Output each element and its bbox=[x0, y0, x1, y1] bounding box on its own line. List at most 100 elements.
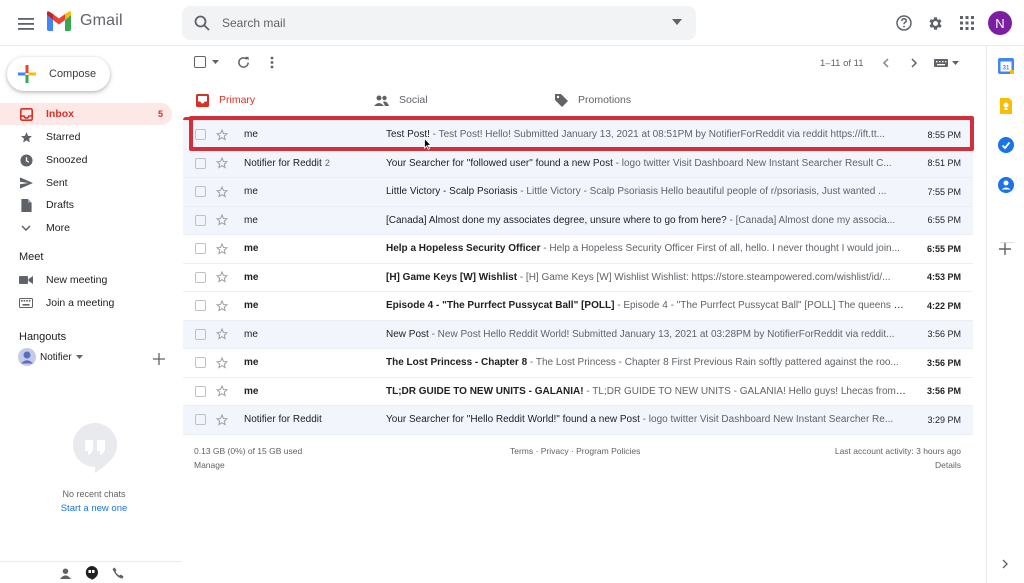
row-checkbox[interactable] bbox=[195, 385, 206, 397]
calendar-icon[interactable]: 31 bbox=[998, 58, 1014, 74]
email-subject: [H] Game Keys [W] Wishlist bbox=[386, 271, 518, 283]
row-checkbox[interactable] bbox=[195, 300, 206, 312]
sidebar-item-more[interactable]: More bbox=[0, 217, 172, 239]
start-chat-link[interactable]: Start a new one bbox=[0, 503, 188, 514]
email-time: 8:55 PM bbox=[927, 129, 961, 140]
star-toggle-icon[interactable] bbox=[216, 299, 228, 312]
email-subject: The Lost Princess - Chapter 8 bbox=[386, 357, 528, 369]
email-row[interactable]: me Little Victory - Scalp Psoriasis - Li… bbox=[183, 178, 973, 207]
compose-button[interactable]: Compose bbox=[7, 57, 110, 91]
email-row[interactable]: Notifier for Reddit 2 Your Searcher for "… bbox=[183, 149, 973, 178]
sidebar-item-drafts[interactable]: Drafts bbox=[0, 194, 172, 216]
row-checkbox[interactable] bbox=[195, 243, 206, 255]
star-toggle-icon[interactable] bbox=[216, 356, 228, 369]
search-input[interactable] bbox=[222, 6, 642, 40]
chevron-left-icon[interactable] bbox=[882, 58, 889, 68]
people-icon bbox=[374, 95, 389, 106]
account-avatar[interactable]: N bbox=[988, 11, 1012, 35]
sidebar-item-starred[interactable]: Starred bbox=[0, 126, 172, 148]
email-row[interactable]: me TL;DR GUIDE TO NEW UNITS - GALANIA! -… bbox=[183, 377, 973, 406]
refresh-icon[interactable] bbox=[237, 56, 250, 69]
activity-details-link[interactable]: Details bbox=[935, 460, 961, 470]
apps-icon[interactable] bbox=[955, 11, 979, 35]
email-snippet: - logo twitter Visit Dashboard New Insta… bbox=[639, 414, 894, 426]
inbox-icon bbox=[19, 107, 33, 121]
email-row[interactable]: me Episode 4 - "The Purrfect Pussycat Ba… bbox=[183, 292, 973, 321]
select-dropdown-icon[interactable] bbox=[212, 60, 219, 64]
search-icon[interactable] bbox=[194, 15, 210, 31]
privacy-link[interactable]: Privacy bbox=[541, 446, 569, 456]
email-row[interactable]: me [H] Game Keys [W] Wishlist - [H] Game… bbox=[183, 263, 973, 292]
tab-social[interactable]: Social bbox=[374, 80, 428, 120]
email-row[interactable]: me Help a Hopeless Security Officer - He… bbox=[183, 235, 973, 264]
keep-icon[interactable] bbox=[998, 98, 1014, 114]
sidebar-item-inbox[interactable]: Inbox 5 bbox=[0, 103, 172, 125]
settings-icon[interactable] bbox=[923, 11, 947, 35]
email-preview: [H] Game Keys [W] Wishlist - [H] Game Ke… bbox=[386, 272, 906, 283]
contacts-icon[interactable] bbox=[60, 568, 71, 579]
menu-icon[interactable] bbox=[14, 12, 38, 36]
row-checkbox[interactable] bbox=[195, 214, 206, 226]
tab-primary[interactable]: Primary bbox=[196, 80, 255, 120]
thread-count: 2 bbox=[324, 157, 330, 168]
tasks-icon[interactable] bbox=[998, 137, 1014, 153]
tab-label: Promotions bbox=[578, 94, 632, 106]
contacts-icon[interactable] bbox=[998, 177, 1014, 193]
phone-icon[interactable] bbox=[112, 567, 124, 579]
terms-link[interactable]: Terms bbox=[510, 446, 533, 456]
add-addon-icon[interactable] bbox=[998, 242, 1014, 258]
email-time: 6:55 PM bbox=[927, 215, 961, 226]
select-all-checkbox[interactable] bbox=[194, 56, 219, 68]
program-policies-link[interactable]: Program Policies bbox=[576, 446, 640, 456]
tab-label: Social bbox=[399, 94, 428, 106]
user-avatar-icon bbox=[18, 348, 36, 366]
search-options-icon[interactable] bbox=[672, 19, 682, 25]
separator: · bbox=[533, 446, 541, 456]
email-row[interactable]: Notifier for Reddit Your Searcher for "H… bbox=[183, 406, 973, 435]
star-toggle-icon[interactable] bbox=[216, 328, 228, 340]
row-checkbox[interactable] bbox=[195, 414, 206, 426]
star-toggle-icon[interactable] bbox=[216, 271, 228, 283]
email-sender: me bbox=[244, 300, 386, 311]
input-tools-button[interactable] bbox=[934, 59, 959, 67]
star-toggle-icon[interactable] bbox=[216, 242, 228, 255]
email-row[interactable]: me Test Post! - Test Post! Hello! Submit… bbox=[183, 121, 973, 150]
star-toggle-icon[interactable] bbox=[216, 214, 228, 226]
row-checkbox[interactable] bbox=[195, 157, 206, 169]
email-row[interactable]: me The Lost Princess - Chapter 8 - The L… bbox=[183, 349, 973, 378]
chevron-right-icon[interactable] bbox=[911, 58, 918, 68]
email-row[interactable]: me [Canada] Almost done my associates de… bbox=[183, 206, 973, 235]
gmail-logo[interactable]: Gmail bbox=[46, 11, 123, 31]
row-checkbox[interactable] bbox=[195, 328, 206, 340]
row-checkbox[interactable] bbox=[195, 129, 206, 141]
sidebar-item-label: Snoozed bbox=[46, 154, 88, 166]
show-side-panel-icon[interactable] bbox=[1002, 559, 1008, 569]
star-toggle-icon[interactable] bbox=[216, 128, 228, 141]
tab-promotions[interactable]: Promotions bbox=[555, 80, 631, 120]
email-row[interactable]: me New Post - New Post Hello Reddit Worl… bbox=[183, 320, 973, 349]
more-icon[interactable] bbox=[270, 56, 274, 69]
email-subject: Little Victory - Scalp Psoriasis bbox=[386, 186, 518, 198]
search-bar[interactable] bbox=[182, 6, 696, 40]
star-toggle-icon[interactable] bbox=[216, 413, 228, 426]
hangouts-chat-icon[interactable] bbox=[85, 566, 98, 580]
email-time: 3:56 PM bbox=[927, 329, 961, 340]
sender-name: me bbox=[244, 129, 258, 141]
sidebar-item-snoozed[interactable]: Snoozed bbox=[0, 149, 172, 171]
pagination-text: 1–11 of 11 bbox=[820, 58, 864, 69]
help-icon[interactable] bbox=[892, 11, 916, 35]
row-checkbox[interactable] bbox=[195, 357, 206, 369]
status-dropdown-icon[interactable] bbox=[75, 355, 83, 359]
star-toggle-icon[interactable] bbox=[216, 385, 228, 397]
manage-storage-link[interactable]: Manage bbox=[194, 460, 225, 470]
sidebar-item-sent[interactable]: Sent bbox=[0, 172, 172, 194]
email-preview: Episode 4 - "The Purrfect Pussycat Ball"… bbox=[386, 300, 906, 311]
row-checkbox[interactable] bbox=[195, 186, 206, 198]
star-toggle-icon[interactable] bbox=[216, 185, 228, 198]
new-meeting-button[interactable]: New meeting bbox=[0, 269, 172, 291]
hangouts-user[interactable]: Notifier bbox=[18, 348, 83, 366]
join-meeting-button[interactable]: Join a meeting bbox=[0, 292, 172, 314]
row-checkbox[interactable] bbox=[195, 271, 206, 283]
star-toggle-icon[interactable] bbox=[216, 157, 228, 169]
add-contact-icon[interactable] bbox=[153, 353, 165, 365]
